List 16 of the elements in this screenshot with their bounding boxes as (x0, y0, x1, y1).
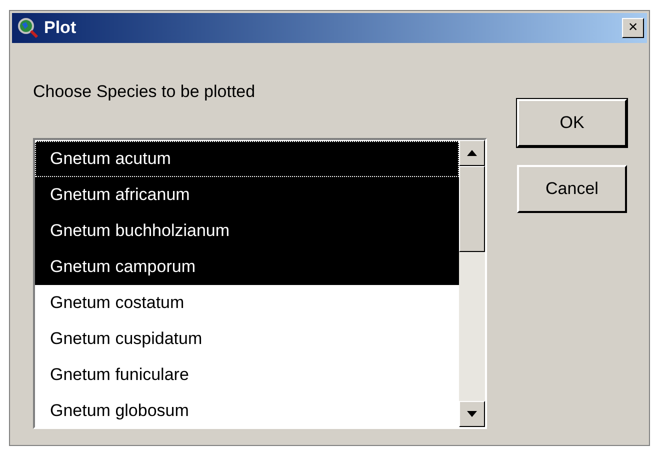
ok-button[interactable]: OK (517, 99, 627, 147)
prompt-text: Choose Species to be plotted (33, 81, 256, 103)
close-button[interactable]: × (622, 18, 644, 38)
species-item[interactable]: Gnetum buchholzianum (35, 212, 459, 248)
down-arrow-icon (467, 410, 477, 416)
species-item[interactable]: Gnetum camporum (35, 248, 459, 284)
scroll-down-button[interactable] (459, 400, 485, 426)
species-item[interactable]: Gnetum acutum (35, 140, 459, 176)
species-item[interactable]: Gnetum africanum (35, 176, 459, 212)
window-title: Plot (44, 17, 76, 40)
scrollbar[interactable] (459, 140, 485, 426)
scroll-up-button[interactable] (459, 140, 485, 166)
up-arrow-icon (467, 150, 477, 156)
scroll-thumb[interactable] (459, 166, 485, 252)
globe-magnifier-icon (17, 17, 39, 39)
cancel-button[interactable]: Cancel (517, 165, 627, 213)
